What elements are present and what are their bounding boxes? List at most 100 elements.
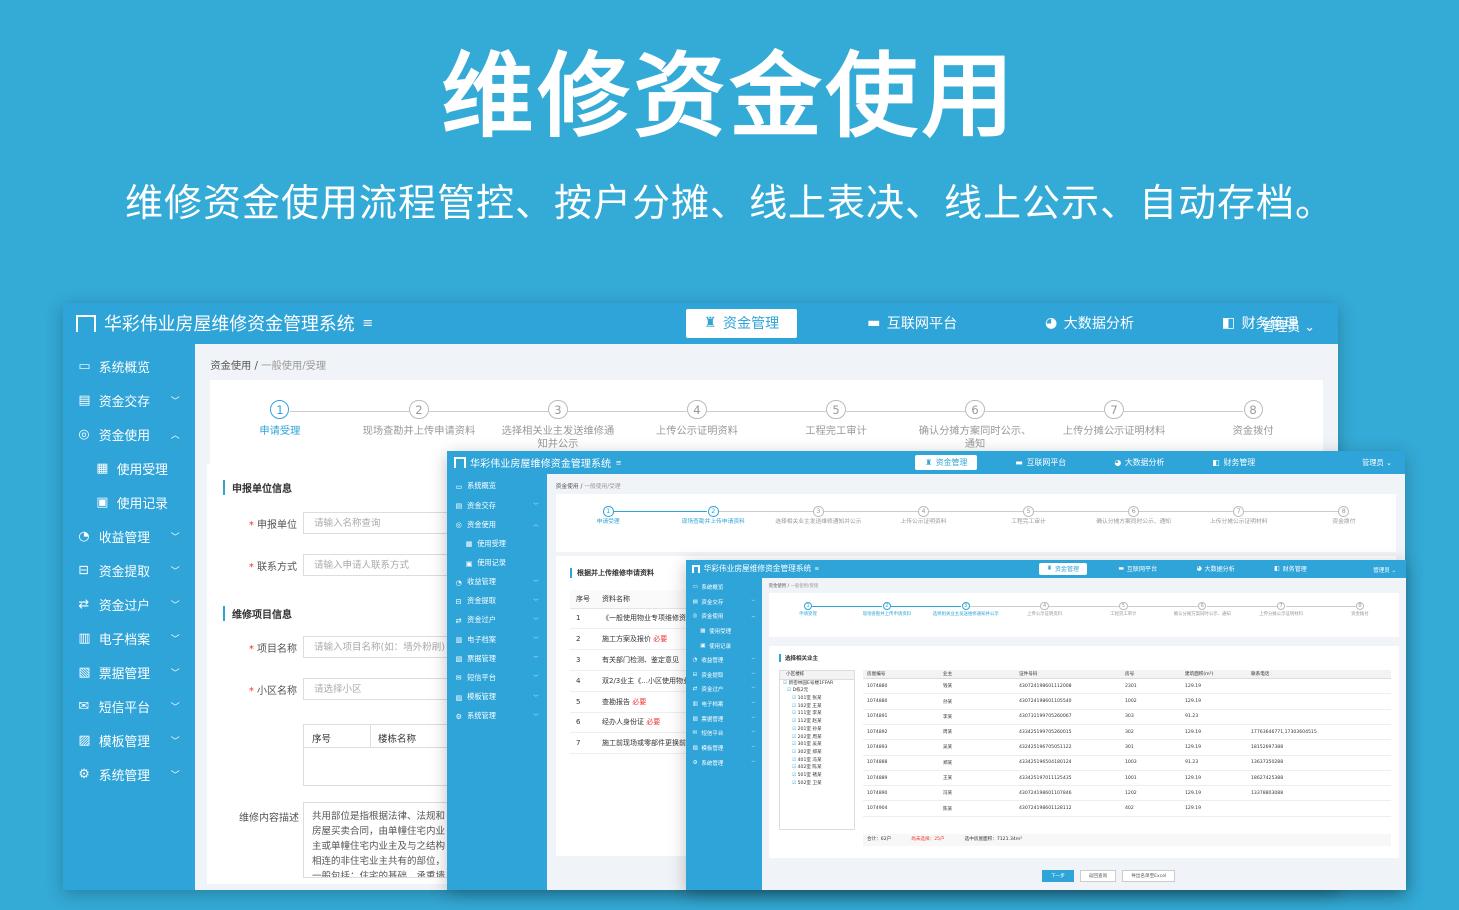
user-menu[interactable]: 管理员 ⌄ xyxy=(1262,316,1315,335)
nav-item-1[interactable]: ▬ 互联网平台 xyxy=(849,309,975,337)
nav-item-0[interactable]: ♜ 资金管理 xyxy=(915,454,978,471)
tree-node[interactable]: ☑ 112室 赵某 xyxy=(780,718,854,726)
nav-item-2[interactable]: ◕ 大数据分析 xyxy=(1104,455,1174,471)
tree-node[interactable]: ☑ 301室 吴某 xyxy=(780,741,854,749)
sidebar-item-1[interactable]: ▤ 资金交存 ﹀ xyxy=(63,383,195,417)
row-number: 4 xyxy=(570,670,596,692)
text-input[interactable]: 请输入项目名称(如：墙外粉刷) xyxy=(303,635,463,658)
nav-item-2[interactable]: ◕ 大数据分析 xyxy=(1027,309,1152,337)
sidebar-item-6[interactable]: ⊟ 资金提取 ﹀ xyxy=(63,553,195,587)
sidebar-item-6[interactable]: ⊟ 资金提取 ﹀ xyxy=(447,592,547,611)
sidebar-item-5[interactable]: ◔ 收益管理 ﹀ xyxy=(63,519,195,553)
tree-node[interactable]: ☑ 401室 冯某 xyxy=(780,757,854,765)
breadcrumb-item[interactable]: 资金使用 xyxy=(210,360,251,372)
sidebar-item-1[interactable]: ▤ 资金交存 ﹀ xyxy=(686,594,762,609)
sidebar-item-2[interactable]: ◎ 资金使用 ︿ xyxy=(686,609,762,624)
sidebar-item-1[interactable]: ▤ 资金交存 ﹀ xyxy=(447,496,547,515)
sidebar-item-0[interactable]: ▭ 系统概览 xyxy=(447,477,547,496)
text-input[interactable]: 请输入申请人联系方式 xyxy=(303,553,463,576)
sidebar-item-8[interactable]: ▥ 电子档案 ﹀ xyxy=(447,630,547,649)
grid-row[interactable]: 1074889 王某 433425197011125435 1001 129.19 186… xyxy=(863,770,1391,787)
sidebar-item-3[interactable]: ▦ 使用受理 xyxy=(447,534,547,553)
grid-row[interactable]: 1074880 孙某 430724198601105540 1002 129.19 xyxy=(863,693,1391,710)
sidebar-item-6[interactable]: ⊟ 资金提取 ﹀ xyxy=(686,668,762,683)
document-name-text: 施工方案及报价 xyxy=(602,635,651,644)
text-input[interactable]: 请输入名称查询 xyxy=(303,511,463,534)
tree-node[interactable]: ☑ 302室 郑某 xyxy=(780,749,854,757)
tree-node[interactable]: ☑ 111室 李某 xyxy=(780,710,854,718)
grid-row[interactable]: 1074891 李某 430731199705260067 303 91.23 xyxy=(863,709,1391,725)
nav-item-1[interactable]: ▬ 互联网平台 xyxy=(1111,563,1165,575)
sidebar-item-4[interactable]: ▣ 使用记录 xyxy=(686,638,762,653)
sidebar-item-8[interactable]: ▥ 电子档案 ﹀ xyxy=(686,697,762,712)
sidebar-item-7[interactable]: ⇄ 资金过户 ﹀ xyxy=(686,682,762,697)
sidebar-item-10[interactable]: ✉ 短信平台 ﹀ xyxy=(63,690,195,724)
breadcrumb-item[interactable]: 资金使用 xyxy=(769,584,787,589)
user-menu[interactable]: 管理员 ⌄ xyxy=(1373,566,1396,574)
sidebar-item-11[interactable]: ▨ 模板管理 ﹀ xyxy=(63,724,195,758)
tree-node[interactable]: ☑ 202室 周某 xyxy=(780,734,854,742)
grid-row[interactable]: 1074888 郑某 433425196504180124 1003 91.23 1363… xyxy=(863,755,1391,771)
sidebar-item-12[interactable]: ⚙ 系统管理 ﹀ xyxy=(447,707,547,726)
form-icon: ▦ xyxy=(465,539,473,549)
sidebar-item-11[interactable]: ▨ 模板管理 ﹀ xyxy=(447,687,547,706)
nav-item-3[interactable]: ◧ 财务管理 xyxy=(1202,455,1265,471)
nav-item-1[interactable]: ▬ 互联网平台 xyxy=(1005,455,1076,471)
sidebar-item-9[interactable]: ▧ 票据管理 ﹀ xyxy=(447,649,547,668)
tree-node[interactable]: ☑ 新密林园E号楼1FFAR xyxy=(780,680,854,688)
sidebar-item-5[interactable]: ◔ 收益管理 ﹀ xyxy=(447,573,547,592)
nav-item-3[interactable]: ◧ 财务管理 xyxy=(1266,563,1314,575)
tree-node[interactable]: ☑ 501室 褚某 xyxy=(780,772,854,780)
menu-collapse-icon[interactable]: ≡ xyxy=(362,316,373,331)
app-logo[interactable]: 华彩伟业房屋维修资金管理系统 ≡ xyxy=(454,455,621,470)
action-button-2[interactable]: 返回查询 xyxy=(1079,869,1117,882)
grid-row[interactable]: 1074890 冯某 430724198601107846 1202 129.19 133… xyxy=(863,785,1391,802)
grid-row[interactable]: 1074880 钱某 430724198601112008 2301 129.19 xyxy=(863,678,1391,695)
sidebar-item-11[interactable]: ▨ 模板管理 ﹀ xyxy=(686,741,762,756)
sidebar-item-5[interactable]: ◔ 收益管理 ﹀ xyxy=(686,653,762,668)
sidebar-item-4[interactable]: ▣ 使用记录 xyxy=(447,553,547,572)
action-button-3[interactable]: 导出名单至Excel xyxy=(1122,869,1176,882)
breadcrumb-item[interactable]: 资金使用 xyxy=(556,484,579,490)
sidebar-item-9[interactable]: ▧ 票据管理 ﹀ xyxy=(63,655,195,689)
sidebar-item-7[interactable]: ⇄ 资金过户 ﹀ xyxy=(63,587,195,621)
description-textarea[interactable]: 共用部位是指根据法律、法规和房屋买卖合同，由单幢住宅内业主或单幢住宅内业主及与之… xyxy=(303,801,463,878)
grid-row[interactable]: 1074904 陈某 430724198601128112 402 129.19 xyxy=(863,800,1391,817)
tree-node[interactable]: ☑ 402室 陈某 xyxy=(780,764,854,772)
sidebar-item-3[interactable]: ▦ 使用受理 xyxy=(63,451,195,485)
tree-node[interactable]: ☑ 201室 孙某 xyxy=(780,726,854,734)
action-button-1[interactable]: 下一步 xyxy=(1042,869,1074,882)
nav-item-0[interactable]: ♜ 资金管理 xyxy=(686,309,798,338)
sidebar-item-2[interactable]: ◎ 资金使用 ︿ xyxy=(63,417,195,451)
tree-node[interactable]: ☑ 101室 张某 xyxy=(780,695,854,703)
sidebar-item-label: 使用记录 xyxy=(116,496,168,512)
app-logo[interactable]: 华彩伟业房屋维修资金管理系统 ≡ xyxy=(691,563,820,574)
tree-node[interactable]: ☑ 502室 卫某 xyxy=(780,780,854,788)
menu-collapse-icon[interactable]: ≡ xyxy=(815,566,820,572)
sidebar-item-12[interactable]: ⚙ 系统管理 ﹀ xyxy=(63,758,195,792)
grid-cell: 430724198601128112 xyxy=(1015,800,1121,817)
app-logo[interactable]: 华彩伟业房屋维修资金管理系统 ≡ xyxy=(75,310,373,336)
sidebar-item-label: 资金提取 xyxy=(467,596,496,606)
grid-row[interactable]: 1074892 周某 433425199705260015 302 129.19 1776… xyxy=(863,724,1391,741)
grid-row[interactable]: 1074893 吴某 432425196705051122 301 129.19 1815… xyxy=(863,739,1391,756)
sidebar-item-10[interactable]: ✉ 短信平台 ﹀ xyxy=(686,726,762,741)
wallet-icon: ▤ xyxy=(78,392,91,408)
sidebar-item-0[interactable]: ▭ 系统概览 xyxy=(686,580,762,595)
sidebar-item-10[interactable]: ✉ 短信平台 ﹀ xyxy=(447,668,547,687)
nav-item-2[interactable]: ◕ 大数据分析 xyxy=(1189,563,1243,575)
text-input[interactable]: 请选择小区 xyxy=(303,677,463,700)
sidebar-item-2[interactable]: ◎ 资金使用 ︿ xyxy=(447,515,547,534)
sidebar-item-8[interactable]: ▥ 电子档案 ﹀ xyxy=(63,621,195,655)
sidebar-item-3[interactable]: ▦ 使用受理 xyxy=(686,624,762,639)
sidebar-item-9[interactable]: ▧ 票据管理 ﹀ xyxy=(686,711,762,726)
sidebar-item-7[interactable]: ⇄ 资金过户 ﹀ xyxy=(447,611,547,630)
menu-collapse-icon[interactable]: ≡ xyxy=(615,458,621,467)
sidebar-item-0[interactable]: ▭ 系统概览 xyxy=(63,349,195,383)
tree-node[interactable]: ☑ D栋2元 xyxy=(780,687,854,695)
nav-item-0[interactable]: ♜ 资金管理 xyxy=(1039,562,1087,575)
sidebar-item-4[interactable]: ▣ 使用记录 xyxy=(63,485,195,519)
sidebar-item-12[interactable]: ⚙ 系统管理 ﹀ xyxy=(686,755,762,770)
tree-node[interactable]: ☑ 102室 王某 xyxy=(780,703,854,711)
user-menu[interactable]: 管理员 ⌄ xyxy=(1362,458,1392,468)
